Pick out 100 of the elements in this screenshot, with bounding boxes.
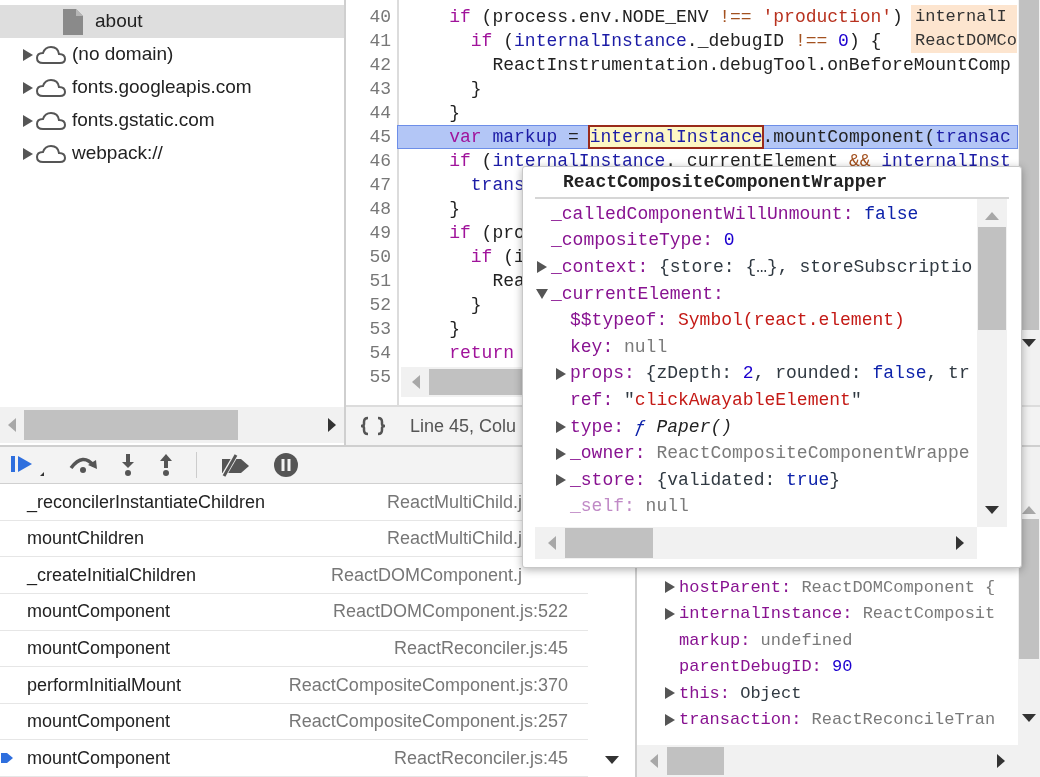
line-number: 46 <box>369 149 391 173</box>
property-text: markup: undefined <box>679 629 853 652</box>
scrollbar-thumb[interactable] <box>667 747 724 775</box>
tree-item-label[interactable]: fonts.googleapis.com <box>72 73 252 102</box>
cloud-icon[interactable] <box>36 44 66 65</box>
property-text: key: null <box>570 335 668 359</box>
code-line: } <box>469 77 482 101</box>
tree-item-label[interactable]: fonts.gstatic.com <box>72 106 215 135</box>
line-number: 43 <box>369 77 391 101</box>
source-location[interactable]: ReactCompositeComponent.js:257 <box>288 708 568 736</box>
line-number: 40 <box>369 5 391 29</box>
line-number: 48 <box>369 197 391 221</box>
property-text: this: Object <box>679 682 802 705</box>
vertical-scrollbar[interactable] <box>1018 447 1040 777</box>
deactivate-breakpoints-icon[interactable] <box>219 453 251 478</box>
source-location[interactable]: ReactCompositeComponent.js:370 <box>288 671 568 699</box>
function-name: _createInitialChildren <box>27 563 197 588</box>
step-out-icon[interactable] <box>158 453 174 478</box>
expand-triangle-icon[interactable] <box>663 712 677 727</box>
line-number: 52 <box>369 293 391 317</box>
call-frame-row[interactable]: mountComponent ReactReconciler.js:45 <box>0 630 588 668</box>
tree-item-label[interactable]: about <box>95 7 143 36</box>
cloud-icon[interactable] <box>36 77 66 98</box>
source-location[interactable]: ReactDOMComponent.js:522 <box>332 598 568 626</box>
inline-value: ReactDOMCo <box>915 30 1017 52</box>
scroll-down-icon[interactable] <box>603 755 620 765</box>
step-into-icon[interactable] <box>120 453 136 478</box>
pause-icon[interactable] <box>273 452 299 479</box>
expand-triangle-icon[interactable] <box>554 420 568 435</box>
file-icon[interactable] <box>62 7 84 36</box>
property-text: props: {zDepth: 2, rounded: false, tr <box>570 362 970 386</box>
code-line: } <box>448 101 460 125</box>
line-number: 42 <box>369 53 391 77</box>
scroll-down-icon[interactable] <box>1021 713 1037 723</box>
source-location[interactable]: ReactReconciler.js:45 <box>393 634 568 662</box>
line-number: 41 <box>369 29 391 53</box>
function-name: mountChildren <box>27 527 145 551</box>
code-line: ReactInstrumentation.debugTool.onBeforeMountComp <box>491 53 1011 77</box>
code-line: if (process.env.NODE_ENV !== 'production') <box>448 5 903 29</box>
horizontal-scrollbar[interactable] <box>535 527 977 559</box>
scroll-right-icon[interactable] <box>326 417 338 433</box>
function-name: mountComponent <box>27 746 171 770</box>
scrollbar-thumb[interactable] <box>24 410 238 440</box>
expand-triangle-icon[interactable] <box>663 606 677 621</box>
function-name: mountComponent <box>27 710 171 734</box>
source-location[interactable]: ReactMultiChild.j <box>386 488 522 516</box>
line-number: 49 <box>369 221 391 245</box>
expand-triangle-icon[interactable] <box>554 446 568 461</box>
scroll-down-icon[interactable] <box>1021 338 1037 348</box>
source-location[interactable]: ReactReconciler.js:45 <box>393 744 568 772</box>
vertical-scrollbar[interactable] <box>977 199 1007 527</box>
scrollbar-thumb[interactable] <box>1019 519 1039 659</box>
call-frame-row[interactable]: mountComponent ReactCompositeComponent.js:257 <box>0 703 588 741</box>
source-location[interactable]: ReactMultiChild.j <box>386 525 522 553</box>
function-name: mountComponent <box>27 636 171 660</box>
scrollbar-thumb[interactable] <box>978 227 1006 330</box>
popover-title: ReactCompositeComponentWrapper <box>563 170 888 194</box>
scroll-down-icon[interactable] <box>984 505 1000 515</box>
property-text: type: ƒ Paper() <box>570 415 733 439</box>
call-frame-row[interactable]: mountComponent ReactReconciler.js:45 <box>0 740 588 777</box>
expand-triangle-icon[interactable] <box>535 260 549 275</box>
expand-triangle-icon[interactable] <box>663 686 677 701</box>
cloud-icon[interactable] <box>36 110 66 131</box>
call-frame-row[interactable]: mountComponent ReactDOMComponent.js:522 <box>0 594 588 631</box>
cursor-position: Line 45, Colu <box>410 414 517 438</box>
scrollbar-thumb[interactable] <box>565 528 653 558</box>
code-line: return <box>448 341 515 365</box>
cloud-icon[interactable] <box>36 143 66 164</box>
horizontal-scrollbar[interactable] <box>637 745 1018 777</box>
expand-triangle-icon[interactable] <box>21 47 35 62</box>
property-text: _compositeType: 0 <box>551 229 735 253</box>
expand-triangle-icon[interactable] <box>21 113 35 128</box>
current-frame-arrow-icon[interactable] <box>1 751 13 766</box>
scroll-right-icon[interactable] <box>996 753 1006 769</box>
code-line: if (internalInstance._debugID !== 0) { <box>469 29 882 53</box>
horizontal-scrollbar[interactable] <box>0 407 344 443</box>
code-line: trans <box>469 173 525 197</box>
expand-triangle-icon[interactable] <box>21 146 35 161</box>
call-frame-row[interactable]: performInitialMount ReactCompositeComponent.js:370 <box>0 667 588 704</box>
source-location[interactable]: ReactDOMComponent.j <box>330 561 522 589</box>
expand-triangle-icon[interactable] <box>554 366 568 381</box>
code-line: if (internalInstance._currentElement && internalInst <box>448 149 1011 173</box>
function-name: mountComponent <box>27 600 171 624</box>
tree-item-label[interactable]: (no domain) <box>72 40 174 69</box>
inline-value: internalI <box>915 6 1008 28</box>
expand-triangle-icon[interactable] <box>21 80 35 95</box>
line-number: 51 <box>369 269 391 293</box>
code-line: if (i <box>469 245 525 269</box>
scrollbar-thumb[interactable] <box>1019 0 1039 330</box>
code-line: } <box>448 317 460 341</box>
expand-triangle-icon[interactable] <box>663 580 677 595</box>
tree-row-highlight[interactable]: about <box>0 5 344 38</box>
scroll-right-icon[interactable] <box>955 535 965 551</box>
property-text: $$typeof: Symbol(react.element) <box>570 309 905 333</box>
line-number: 47 <box>369 173 391 197</box>
pretty-print-icon[interactable] <box>360 416 386 436</box>
tree-item-label[interactable]: webpack:// <box>72 139 163 168</box>
expand-triangle-icon[interactable] <box>554 473 568 488</box>
property-text: parentDebugID: 90 <box>679 656 853 678</box>
property-text: ref: "clickAwayableElement" <box>570 388 862 412</box>
